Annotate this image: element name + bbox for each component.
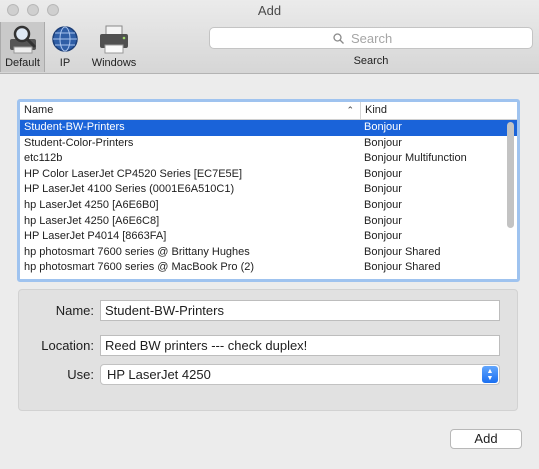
row-name: HP Color LaserJet CP4520 Series [EC7E5E] (24, 167, 243, 180)
toolbar-windows-button[interactable]: Windows (86, 22, 142, 72)
toolbar-ip-button[interactable]: IP (50, 22, 80, 72)
list-header: Name ⌃ Kind (20, 102, 517, 120)
toolbar-windows-label: Windows (91, 57, 137, 69)
list-rows: Student-BW-Printers Bonjour Student-Color… (20, 120, 517, 276)
row-kind: Bonjour (364, 230, 402, 243)
row-kind: Bonjour Multifunction (364, 152, 467, 165)
row-kind: Bonjour (364, 167, 402, 180)
row-name: HP LaserJet P4014 [8663FA] (24, 230, 167, 243)
driver-select-value: HP LaserJet 4250 (107, 367, 211, 382)
toolbar-default-button[interactable]: Default (0, 22, 45, 72)
list-row[interactable]: hp LaserJet 4250 [A6E6C8] Bonjour (20, 214, 517, 230)
scrollbar-thumb[interactable] (507, 122, 514, 228)
list-row[interactable]: hp photosmart 7600 series @ MacBook Pro … (20, 260, 517, 276)
list-row[interactable]: HP LaserJet P4014 [8663FA] Bonjour (20, 229, 517, 245)
use-row: Use: HP LaserJet 4250 ▲ ▼ (19, 364, 500, 385)
toolbar-default-label: Default (5, 57, 40, 69)
toolbar: Add Default IP Windows Search Search (0, 0, 539, 74)
row-kind: Bonjour (364, 183, 402, 196)
list-row[interactable]: hp LaserJet 4250 [A6E6B0] Bonjour (20, 198, 517, 214)
row-name: hp photosmart 7600 series @ Brittany Hug… (24, 245, 250, 258)
search-input[interactable] (349, 29, 409, 47)
list-row[interactable]: etc112b Bonjour Multifunction (20, 151, 517, 167)
column-header-name[interactable]: Name ⌃ (20, 102, 361, 119)
location-row: Location: (19, 335, 500, 356)
search-area: Search (209, 27, 533, 67)
row-name: hp LaserJet 4250 [A6E6C8] (24, 214, 160, 227)
window-title: Add (257, 3, 282, 18)
row-kind: Bonjour (364, 198, 402, 211)
add-button[interactable]: Add (450, 429, 522, 449)
name-label: Name: (55, 303, 94, 318)
row-kind: Bonjour (364, 214, 402, 227)
row-name: hp photosmart 7600 series @ MacBook Pro … (24, 261, 255, 274)
row-kind: Bonjour Shared (364, 245, 441, 258)
search-icon (333, 32, 344, 44)
magnifier-printer-icon (9, 25, 36, 54)
name-row: Name: (19, 300, 500, 321)
add-printer-window: Add Default IP Windows Search Search Nam… (0, 0, 539, 469)
row-name: hp LaserJet 4250 [A6E6B0] (24, 198, 159, 211)
row-kind: Bonjour (364, 121, 402, 133)
list-row[interactable]: Student-BW-Printers Bonjour (20, 120, 517, 136)
row-name: HP LaserJet 4100 Series (0001E6A510C1) (24, 183, 235, 196)
driver-select[interactable]: HP LaserJet 4250 ▲ ▼ (100, 364, 500, 385)
printer-icon (100, 25, 128, 54)
printer-details-panel: Name: Location: Use: HP LaserJet 4250 ▲▼ (18, 289, 518, 411)
list-row[interactable]: HP Color LaserJet CP4520 Series [EC7E5E]… (20, 167, 517, 183)
toolbar-ip-label: IP (59, 57, 71, 69)
row-kind: Bonjour (364, 136, 402, 149)
sort-ascending-icon: ⌃ (346, 105, 354, 115)
search-caption: Search (353, 55, 389, 67)
location-field[interactable] (100, 335, 500, 356)
use-label: Use: (67, 367, 94, 382)
name-field[interactable] (100, 300, 500, 321)
list-row[interactable]: Student-Color-Printers Bonjour (20, 136, 517, 152)
location-label: Location: (41, 338, 94, 353)
list-row[interactable]: HP LaserJet 4100 Series (0001E6A510C1) Bo… (20, 182, 517, 198)
row-name: Student-Color-Printers (24, 136, 134, 149)
list-row[interactable]: hp photosmart 7600 series @ Brittany Hug… (20, 245, 517, 261)
globe-icon (52, 26, 78, 52)
search-field[interactable] (209, 27, 533, 49)
printer-list[interactable]: Name ⌃ Kind Student-BW-Printers Bonjour S… (17, 99, 520, 282)
row-name: Student-BW-Printers (24, 121, 125, 133)
column-header-name-label: Name (24, 104, 54, 116)
list-scrollbar[interactable] (506, 122, 515, 279)
column-header-kind[interactable]: Kind (361, 102, 387, 119)
row-name: etc112b (24, 152, 63, 165)
select-arrows-icon: ▲ ▼ (482, 366, 498, 383)
row-kind: Bonjour Shared (364, 261, 441, 274)
